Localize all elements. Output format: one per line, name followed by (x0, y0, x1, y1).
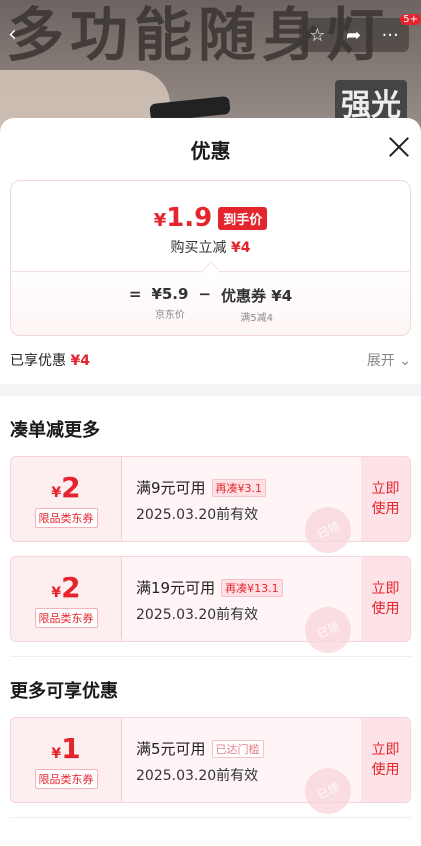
final-price-row: ¥1.9 到手价 (11, 203, 410, 233)
coupon-condition: 满5元可用 (136, 740, 206, 758)
coupon-condition-row: 满19元可用 再凑¥13.1 (136, 577, 361, 598)
caret-indicator (202, 261, 219, 279)
instant-discount: 购买立减 ¥4 (11, 237, 410, 257)
section-title-more: 更多可享优惠 (10, 681, 118, 702)
coupon-deduction: 优惠券 ¥4 满5减4 (221, 285, 292, 324)
close-icon[interactable] (387, 134, 411, 158)
use-now-button[interactable]: 立即使用 (361, 556, 411, 642)
section-gap (0, 384, 421, 396)
coupon-value-block: ¥2 限品类东券 (10, 456, 122, 542)
use-now-button[interactable]: 立即使用 (361, 717, 411, 803)
more-icon[interactable]: ··· (382, 25, 399, 46)
coupon-amount: ¥2 (51, 571, 80, 604)
coupon-type: 限品类东券 (34, 607, 98, 628)
coupon-card[interactable]: ¥2 限品类东券 满9元可用 再凑¥3.1 2025.03.20前有效 已领 立… (10, 456, 411, 561)
enjoyed-discount: 已享优惠 ¥4 (10, 350, 90, 370)
coupon-condition: 满9元可用 (136, 479, 206, 497)
coupon-amount: ¥2 (51, 471, 80, 504)
coupon-amount: ¥1 (51, 732, 80, 765)
final-price: ¥1.9 (154, 203, 213, 233)
formula-equals: = (128, 285, 142, 303)
enjoyed-label: 已享优惠 (10, 353, 66, 369)
coupon-currency: ¥ (51, 484, 62, 501)
coupon-deduction-rule: 满5减4 (240, 313, 273, 324)
section-title-bundle: 凑单减更多 (10, 420, 100, 441)
coupon-currency: ¥ (51, 584, 62, 601)
formula-minus: − (198, 285, 212, 303)
sheet-title: 优惠 (190, 138, 231, 163)
price-formula: = ¥5.9 京东价 − 优惠券 ¥4 满5减4 (11, 285, 410, 324)
currency-symbol: ¥ (153, 210, 167, 231)
section-divider (10, 817, 411, 818)
coupon-hint: 已达门槛 (211, 739, 264, 758)
use-now-label: 立即使用 (371, 481, 400, 517)
coupon-type: 限品类东券 (34, 507, 98, 528)
coupon-card[interactable]: ¥2 限品类东券 满19元可用 再凑¥13.1 2025.03.20前有效 已领… (10, 556, 411, 661)
discount-sheet: 优惠 ¥1.9 到手价 购买立减 ¥4 = ¥5.9 京东价 − 优惠券 ¥4 … (0, 118, 421, 846)
coupon-info: 满5元可用 已达门槛 2025.03.20前有效 已领 (122, 717, 361, 822)
coupon-condition-row: 满9元可用 再凑¥3.1 (136, 477, 361, 498)
nav-actions: ☆ ➦ ··· (299, 18, 409, 52)
expand-button[interactable]: 展开 ⌄ (367, 350, 411, 370)
coupon-info: 满9元可用 再凑¥3.1 2025.03.20前有效 已领 (122, 456, 361, 561)
coupon-amount-value: 2 (61, 470, 81, 504)
final-price-tag: 到手价 (218, 206, 268, 230)
enjoyed-discount-row: 已享优惠 ¥4 展开 ⌄ (0, 336, 421, 384)
use-now-label: 立即使用 (371, 581, 400, 617)
coupon-value-block: ¥1 限品类东券 (10, 717, 122, 803)
share-icon[interactable]: ➦ (346, 25, 361, 46)
expand-label: 展开 (366, 353, 395, 369)
jd-price-label: 京东价 (154, 310, 185, 321)
sheet-header: 优惠 (0, 118, 421, 180)
message-badge: 5+ (400, 14, 421, 25)
price-card: ¥1.9 到手价 购买立减 ¥4 = ¥5.9 京东价 − 优惠券 ¥4 满5减… (10, 180, 411, 336)
coupon-hint: 再凑¥13.1 (221, 578, 283, 597)
star-icon[interactable]: ☆ (309, 25, 325, 46)
coupon-type: 限品类东券 (34, 768, 98, 789)
coupon-info: 满19元可用 再凑¥13.1 2025.03.20前有效 已领 (122, 556, 361, 661)
jd-price: ¥5.9 京东价 (151, 285, 188, 324)
coupon-value-block: ¥2 限品类东券 (10, 556, 122, 642)
use-now-label: 立即使用 (371, 742, 400, 778)
enjoyed-value: ¥4 (70, 353, 90, 369)
final-price-value: 1.9 (166, 203, 213, 233)
coupon-hint: 再凑¥3.1 (211, 478, 267, 497)
coupon-deduction-value: 优惠券 ¥4 (221, 287, 293, 305)
jd-price-value: ¥5.9 (151, 285, 189, 303)
back-icon[interactable]: ‹ (8, 22, 17, 47)
coupon-condition-row: 满5元可用 已达门槛 (136, 738, 361, 759)
instant-discount-value: ¥4 (230, 240, 251, 256)
chevron-down-icon: ⌄ (399, 353, 411, 369)
coupon-condition: 满19元可用 (136, 579, 216, 597)
coupon-card[interactable]: ¥1 限品类东券 满5元可用 已达门槛 2025.03.20前有效 已领 立即使… (10, 717, 411, 822)
coupon-amount-value: 1 (61, 731, 81, 765)
instant-discount-label: 购买立减 (170, 240, 227, 256)
use-now-button[interactable]: 立即使用 (361, 456, 411, 542)
coupon-currency: ¥ (51, 745, 62, 762)
coupon-amount-value: 2 (61, 570, 81, 604)
